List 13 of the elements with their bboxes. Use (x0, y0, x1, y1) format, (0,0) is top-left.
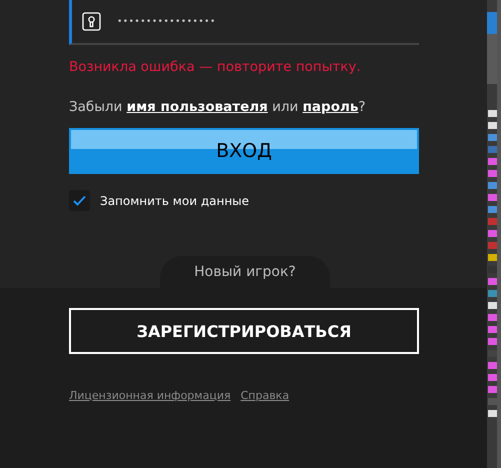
footer-link[interactable]: Лицензионная информация (69, 389, 231, 402)
username-link[interactable]: имя пользователя (126, 99, 268, 115)
keyhole-icon (82, 12, 101, 31)
remember-checkbox[interactable] (69, 190, 90, 211)
password-link[interactable]: пароль (302, 99, 358, 115)
check-icon (73, 195, 86, 206)
error-message: Возникла ошибка — повторите попытку. (69, 59, 362, 75)
remember-label: Запомнить мои данные (100, 194, 250, 208)
password-field[interactable]: ••••••••••••••••• (69, 0, 419, 45)
register-button[interactable]: ЗАРЕГИСТРИРОВАТЬСЯ (69, 308, 419, 354)
login-button[interactable]: ВХОД (69, 128, 419, 174)
footer-link[interactable]: Справка (240, 389, 290, 402)
forgot-text: Забыли имя пользователя или пароль? (69, 99, 367, 115)
